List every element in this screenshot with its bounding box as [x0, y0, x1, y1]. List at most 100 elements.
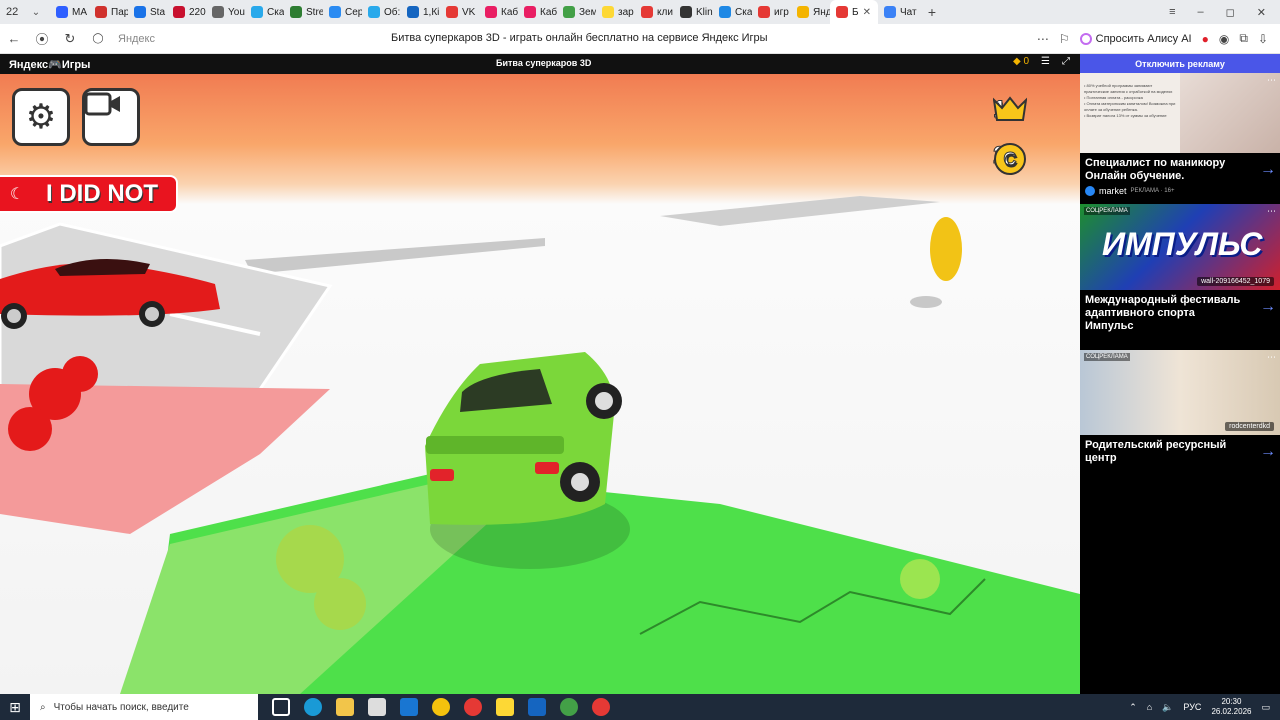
app-icon[interactable]	[496, 698, 514, 716]
bookmark-icon[interactable]: ⚐	[1059, 32, 1070, 46]
disable-ads-button[interactable]: Отключить рекламу	[1080, 54, 1280, 73]
app-icon[interactable]	[560, 698, 578, 716]
hands-photo	[1180, 73, 1280, 153]
browser-tab[interactable]: Об:	[362, 0, 401, 24]
green-splat	[314, 578, 366, 630]
browser-tab[interactable]: Sta	[128, 0, 167, 24]
close-tab-icon[interactable]: ✕	[863, 7, 871, 18]
clock[interactable]: 20:30 26.02.2026	[1211, 697, 1251, 717]
media-icon[interactable]: ◉	[1219, 32, 1229, 46]
tab-label: Зем	[579, 6, 596, 18]
tab-label: Ска	[735, 6, 752, 18]
browser-tab[interactable]: Сер	[323, 0, 362, 24]
folder-icon[interactable]	[336, 698, 354, 716]
tab-label: Каб	[540, 6, 557, 18]
shield-icon[interactable]: ◯	[84, 33, 112, 44]
tab-label: Янд	[813, 6, 830, 18]
browser-tab[interactable]: Зем	[557, 0, 596, 24]
more-icon[interactable]: ⋯	[1037, 32, 1049, 46]
store-icon[interactable]	[368, 698, 386, 716]
tray-chevron-icon[interactable]: ⌃	[1129, 702, 1137, 713]
ad-title: Родительский ресурсный центр	[1085, 439, 1227, 464]
reload-button[interactable]: ↻	[56, 31, 84, 47]
opera-icon[interactable]	[592, 698, 610, 716]
browser-tab[interactable]: Б ✕	[830, 0, 878, 24]
mail-icon[interactable]	[400, 698, 418, 716]
ad-image-manicure: • 80% учебной программы занимают практич…	[1080, 73, 1280, 153]
browser-tab[interactable]: Stre	[284, 0, 323, 24]
settings-button[interactable]: ⚙	[12, 88, 70, 146]
browser-tab[interactable]: Чат	[878, 0, 917, 24]
favicon-icon	[134, 6, 146, 18]
tab-label: Stre	[306, 6, 323, 18]
opera-icon[interactable]: ●	[1202, 32, 1209, 46]
ad-card-manicure[interactable]: • 80% учебной программы занимают практич…	[1080, 73, 1280, 196]
ad-options-icon[interactable]: ⋯	[1267, 352, 1276, 363]
browser-tab[interactable]: зар	[596, 0, 635, 24]
app-icon[interactable]	[528, 698, 546, 716]
browser-tab[interactable]: VK	[440, 0, 479, 24]
yandex-browser-icon[interactable]	[432, 698, 450, 716]
tab-list: МА Пар Sta 220 You Ска Stre Сер Об: 1,Кі VK Каб Каб З…	[50, 0, 917, 24]
arrow-right-icon[interactable]: →	[1260, 443, 1276, 461]
green-splat	[900, 559, 940, 599]
ad-options-icon[interactable]: ⋯	[1267, 206, 1276, 217]
ad-options-icon[interactable]: ⋯	[1267, 75, 1276, 86]
yandex-games-logo[interactable]: Яндекс🎮Игры	[9, 58, 90, 71]
camera-button[interactable]	[82, 88, 140, 146]
protect-icon[interactable]: ⦿	[28, 29, 56, 48]
favicon-icon	[173, 6, 185, 18]
domain-label[interactable]: Яндекс	[118, 33, 155, 45]
downloads-icon[interactable]: ⇩	[1258, 32, 1268, 46]
language-indicator[interactable]: РУС	[1183, 702, 1201, 712]
browser-tab[interactable]: игр	[752, 0, 791, 24]
minimize-icon[interactable]: –	[1198, 6, 1204, 19]
task-view-icon[interactable]	[272, 698, 290, 716]
game-canvas[interactable]: ⚙ 1 C 2 ☾ I DID NOT	[0, 74, 1080, 694]
browser-tab[interactable]: Каб	[479, 0, 518, 24]
favicon-icon	[446, 6, 458, 18]
turkey-flag-icon: ☾	[9, 186, 25, 203]
tab-counter[interactable]: 22	[6, 3, 28, 21]
favicon-icon	[212, 6, 224, 18]
arrow-right-icon[interactable]: →	[1260, 298, 1276, 316]
back-button[interactable]: ←	[0, 31, 28, 46]
browser-tab[interactable]: Янд	[791, 0, 830, 24]
browser-tab[interactable]: Ска	[245, 0, 284, 24]
browser-tab[interactable]: Пар	[89, 0, 128, 24]
coin-pickup	[910, 217, 962, 308]
browser-tab[interactable]: Ска	[713, 0, 752, 24]
new-tab-button[interactable]: +	[921, 4, 943, 20]
ad-card-parent-center[interactable]: СОЦРЕКЛАМА rodcenterdkd ⋯ Родительский р…	[1080, 350, 1280, 465]
extensions-icon[interactable]: ⧉	[1239, 31, 1248, 46]
browser-tab[interactable]: You	[206, 0, 245, 24]
browser-tab[interactable]: 1,Кі	[401, 0, 440, 24]
yandex-icon[interactable]	[464, 698, 482, 716]
menu-icon[interactable]: ☰	[1041, 56, 1050, 67]
ad-card-impulse[interactable]: СОЦРЕКЛАМА ИМПУЛЬС wall-209166452_1079 ⋯…	[1080, 204, 1280, 333]
browser-tab[interactable]: 220	[167, 0, 206, 24]
red-splat	[62, 356, 98, 392]
favicon-icon	[602, 6, 614, 18]
maximize-icon[interactable]: ◻	[1226, 6, 1235, 19]
taskbar-search[interactable]: ⌕ Чтобы начать поиск, введите	[30, 694, 258, 720]
crown-icon	[993, 96, 1027, 121]
network-icon[interactable]: ⌂	[1147, 702, 1152, 712]
close-icon[interactable]: ✕	[1257, 6, 1266, 19]
ask-alice-button[interactable]: Спросить Алису AI	[1079, 32, 1192, 45]
browser-tab[interactable]: МА	[50, 0, 89, 24]
arrow-right-icon[interactable]: →	[1260, 161, 1276, 179]
windows-start-icon[interactable]: ⊞	[0, 699, 30, 716]
edge-icon[interactable]	[304, 698, 322, 716]
browser-tab[interactable]: Klin	[674, 0, 713, 24]
fullscreen-icon[interactable]: ⤢	[1062, 56, 1070, 67]
notifications-icon[interactable]: ▭	[1261, 702, 1270, 713]
chevron-down-icon[interactable]: ⌄	[28, 7, 44, 18]
browser-tab[interactable]: кли	[635, 0, 674, 24]
page-title[interactable]: Битва суперкаров 3D - играть онлайн бесп…	[391, 32, 768, 44]
menu-icon[interactable]: ≡	[1169, 6, 1175, 19]
browser-tab[interactable]: Каб	[518, 0, 557, 24]
coin-balance[interactable]: ◆ 0	[1013, 56, 1029, 67]
search-icon: ⌕	[40, 701, 46, 713]
volume-icon[interactable]: 🔈	[1162, 702, 1173, 713]
